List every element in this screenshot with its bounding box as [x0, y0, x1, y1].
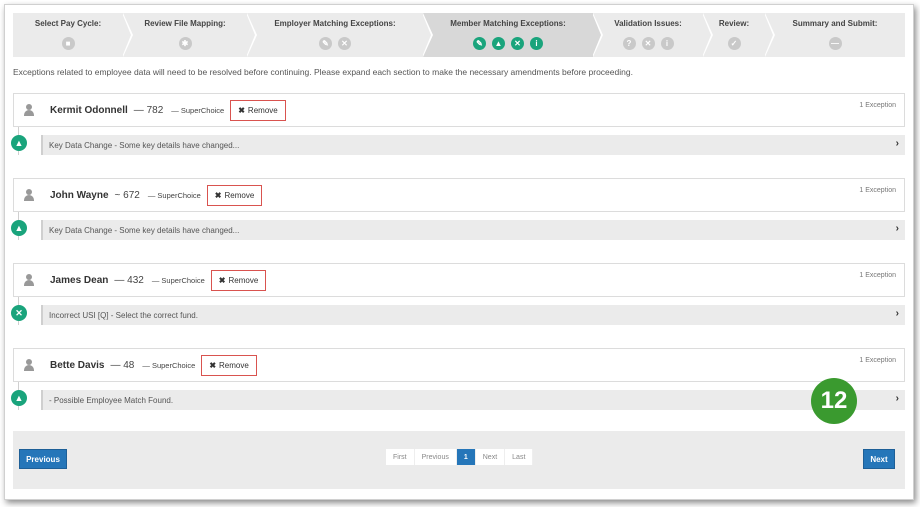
member-number: ~ 672 [114, 189, 140, 201]
remove-label: Remove [228, 275, 259, 285]
warning-icon: ▲ [11, 135, 27, 151]
exception-row[interactable]: Key Data Change - Some key details have … [41, 220, 905, 240]
step-validation-issues[interactable]: Validation Issues: ? ✕ i [593, 13, 713, 57]
exception-text: Key Data Change - Some key details have … [49, 140, 240, 150]
member-name: John Wayne [50, 189, 109, 201]
exception-row[interactable]: Key Data Change - Some key details have … [41, 135, 905, 155]
previous-button[interactable]: Previous [19, 449, 67, 469]
step-member-matching[interactable]: Member Matching Exceptions: ✎ ▲ ✕ i [423, 13, 603, 57]
step-review-file-mapping[interactable]: Review File Mapping: ✱ [123, 13, 257, 57]
exception-row[interactable]: - Possible Employee Match Found. › [41, 390, 905, 410]
chevron-right-icon: › [895, 223, 899, 234]
step-label: Summary and Submit: [792, 19, 878, 28]
wizard-steps: Select Pay Cycle: ■ Review File Mapping:… [13, 13, 905, 57]
pencil-icon: ✎ [319, 37, 332, 50]
member-block: Kermit Odonnell — 782 — SuperChoice ✖ Rem… [11, 93, 905, 155]
close-icon: ✕ [338, 37, 351, 50]
chevron-right-icon: › [895, 138, 899, 149]
remove-label: Remove [224, 190, 255, 200]
close-icon: ✕ [511, 37, 524, 50]
user-icon [24, 274, 34, 286]
pager-next[interactable]: Next [476, 449, 506, 465]
check-icon: ✓ [727, 37, 741, 50]
pager-current[interactable]: 1 [456, 449, 476, 465]
member-name: Bette Davis [50, 359, 105, 371]
step-label: Review File Mapping: [144, 19, 226, 28]
warning-icon: ▲ [492, 37, 505, 50]
chevron-right-icon: › [895, 393, 899, 404]
member-number: — 432 [114, 274, 144, 286]
exception-count: 1 Exception [859, 102, 896, 109]
member-block: Bette Davis — 48 — SuperChoice ✖ Remove 1… [11, 348, 905, 410]
member-header[interactable]: Kermit Odonnell — 782 — SuperChoice ✖ Rem… [13, 93, 905, 127]
step-label: Employer Matching Exceptions: [274, 19, 396, 28]
exception-text: - Possible Employee Match Found. [49, 395, 174, 405]
close-icon: ✕ [11, 305, 27, 321]
info-icon: i [660, 37, 674, 50]
member-fund: — SuperChoice [171, 105, 225, 115]
member-name: Kermit Odonnell [50, 104, 128, 116]
remove-button[interactable]: ✖ Remove [210, 269, 267, 291]
close-icon: ✖ [238, 105, 245, 115]
close-icon: ✕ [641, 37, 655, 50]
member-fund: — SuperChoice [151, 275, 205, 285]
chevron-right-icon: › [895, 308, 899, 319]
intro-text: Exceptions related to employee data will… [13, 67, 633, 77]
remove-button[interactable]: ✖ Remove [201, 354, 257, 376]
gear-icon: ✱ [178, 37, 192, 50]
next-button[interactable]: Next [863, 449, 895, 469]
exception-count: 1 Exception [859, 187, 896, 194]
member-number: — 48 [110, 359, 135, 371]
close-icon: ✖ [214, 190, 222, 200]
pager-previous[interactable]: Previous [415, 449, 457, 465]
exception-row[interactable]: Incorrect USI [Q] - Select the correct f… [41, 305, 905, 325]
member-block: John Wayne ~ 672 — SuperChoice ✖ Remove 1… [11, 178, 905, 240]
step-select-pay-cycle[interactable]: Select Pay Cycle: ■ [13, 13, 133, 57]
member-fund: — SuperChoice [147, 190, 201, 200]
user-icon [24, 359, 34, 371]
step-number-badge: 12 [811, 378, 857, 424]
pagination: First Previous 1 Next Last [386, 449, 534, 465]
step-employer-matching[interactable]: Employer Matching Exceptions: ✎ ✕ [247, 13, 433, 57]
remove-button[interactable]: ✖ Remove [206, 184, 263, 206]
pencil-icon: ✎ [473, 37, 486, 50]
app-frame: Select Pay Cycle: ■ Review File Mapping:… [4, 4, 914, 500]
step-summary-submit[interactable]: Summary and Submit: — [765, 13, 905, 57]
footer-bar: Previous First Previous 1 Next Last Next [13, 431, 905, 489]
step-label: Member Matching Exceptions: [450, 19, 566, 28]
close-icon: ✖ [218, 275, 226, 285]
member-header[interactable]: Bette Davis — 48 — SuperChoice ✖ Remove 1… [13, 348, 905, 382]
user-icon [24, 189, 34, 201]
close-icon: ✖ [209, 360, 217, 370]
warning-icon: ▲ [11, 220, 27, 236]
pager-last[interactable]: Last [505, 449, 534, 465]
remove-label: Remove [219, 360, 249, 370]
info-icon: i [530, 37, 543, 50]
warning-icon: ▲ [11, 390, 27, 406]
step-label: Select Pay Cycle: [34, 19, 102, 28]
pager-first[interactable]: First [386, 449, 415, 465]
step-label: Review: [718, 19, 750, 28]
exception-count: 1 Exception [859, 357, 896, 364]
user-icon [24, 104, 34, 116]
member-name: James Dean [50, 274, 109, 286]
remove-button[interactable]: ✖ Remove [230, 99, 286, 121]
member-fund: — SuperChoice [142, 360, 196, 370]
member-header[interactable]: James Dean — 432 — SuperChoice ✖ Remove 1… [13, 263, 905, 297]
exception-text: Key Data Change - Some key details have … [49, 225, 240, 235]
member-number: — 782 [133, 104, 164, 116]
member-header[interactable]: John Wayne ~ 672 — SuperChoice ✖ Remove 1… [13, 178, 905, 212]
remove-label: Remove [247, 105, 278, 115]
exception-text: Incorrect USI [Q] - Select the correct f… [49, 310, 198, 320]
minus-icon: — [828, 37, 842, 50]
step-label: Validation Issues: [614, 19, 682, 28]
square-icon: ■ [61, 37, 75, 50]
member-block: James Dean — 432 — SuperChoice ✖ Remove 1… [11, 263, 905, 325]
question-icon: ? [622, 37, 636, 50]
exception-count: 1 Exception [859, 272, 896, 279]
